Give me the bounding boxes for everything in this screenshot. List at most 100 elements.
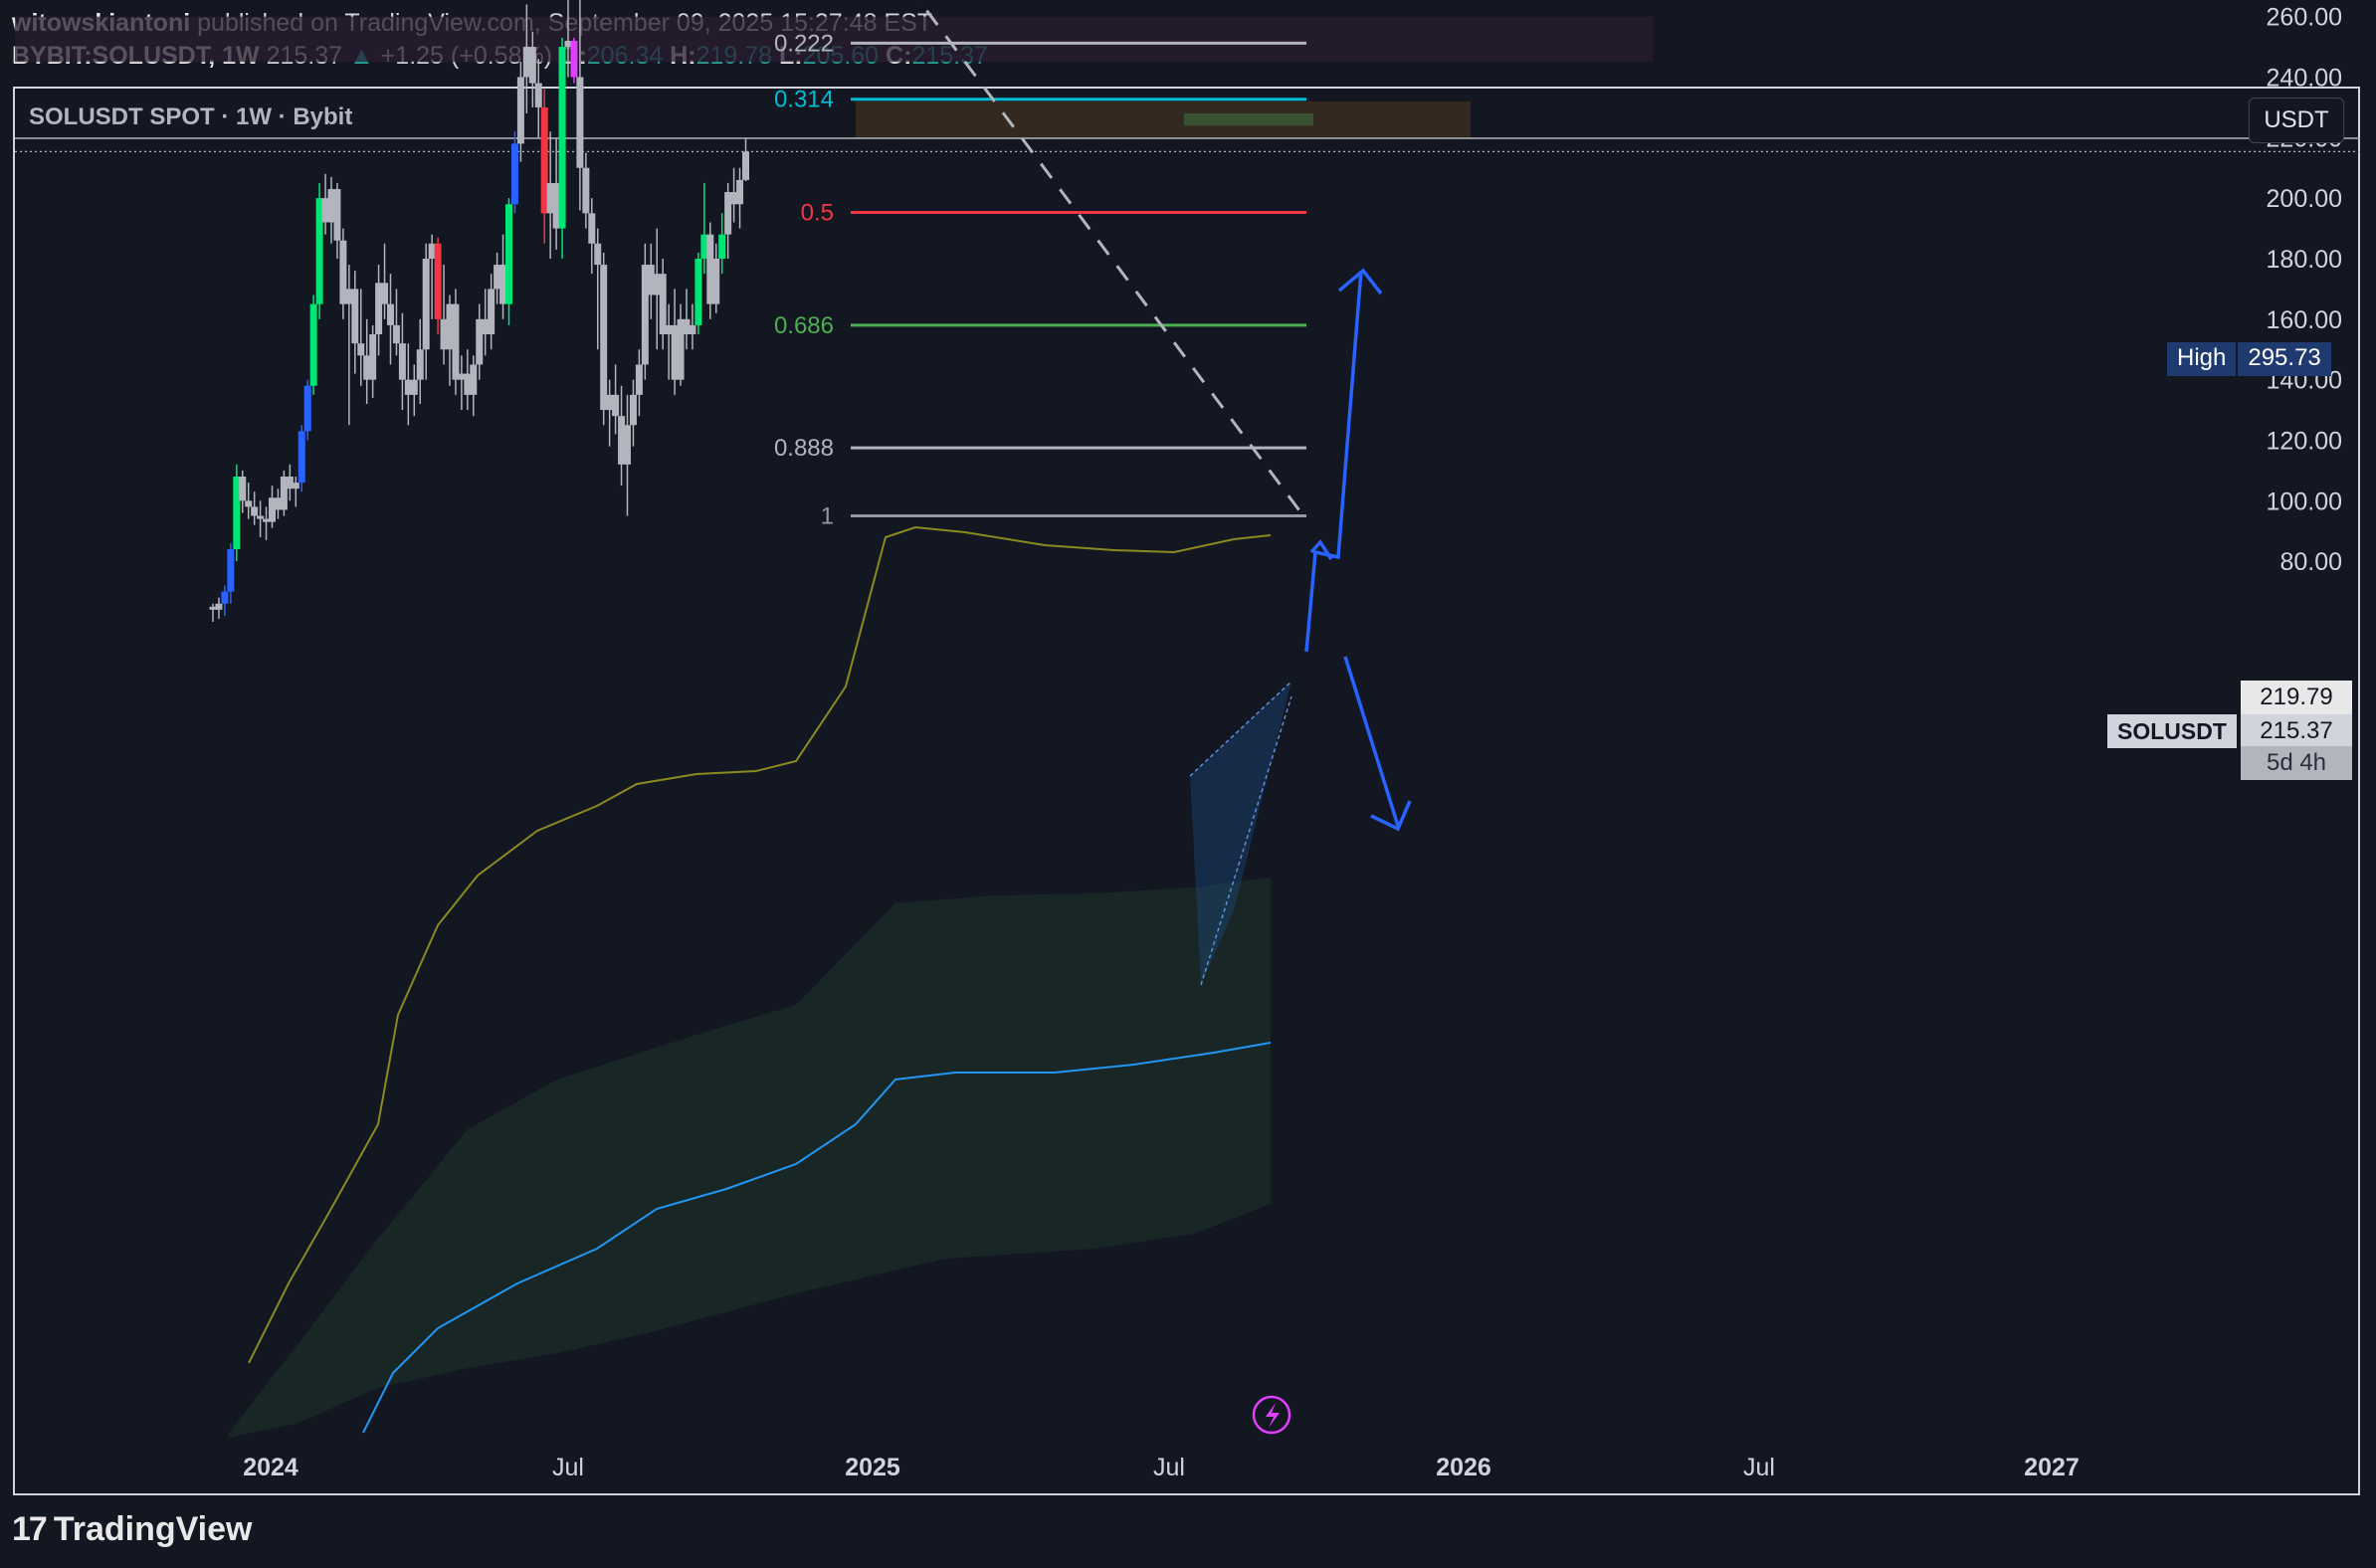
candle-body <box>510 143 518 205</box>
currency-button[interactable]: USDT <box>2249 98 2344 143</box>
candle-body <box>582 167 590 214</box>
candle-body <box>398 343 406 380</box>
candle-body <box>505 204 512 304</box>
candle-body <box>694 258 702 325</box>
candle <box>227 542 235 604</box>
candle-body <box>227 548 235 592</box>
session-high-badge: 219.79 <box>2241 681 2352 714</box>
candle-body <box>257 515 265 519</box>
candle-body <box>452 303 460 380</box>
x-axis-tick-label: Jul <box>1153 1454 1185 1481</box>
candle <box>251 491 259 525</box>
candle-body <box>588 213 596 244</box>
candle-body <box>612 394 620 417</box>
candle-body <box>488 289 495 335</box>
candle-body <box>416 349 424 380</box>
current-price-badge: 215.37 <box>2241 714 2352 748</box>
x-axis-tick-label: Jul <box>1743 1454 1775 1481</box>
candle-body <box>629 394 637 426</box>
candle <box>570 37 578 84</box>
candle-body <box>245 500 253 507</box>
price-chart[interactable]: 00.10.2220.3140.50.6860.888180.00100.001… <box>0 0 2376 1568</box>
candle-body <box>570 40 578 78</box>
bullish-path-arrow <box>1304 270 1363 653</box>
y-axis-tick-label: 120.00 <box>2267 427 2342 455</box>
candle <box>742 137 749 182</box>
candle-body <box>528 47 536 84</box>
candle-body <box>558 47 566 229</box>
bearish-path-arrow <box>1343 656 1400 827</box>
candle-body <box>410 379 418 395</box>
candle <box>641 243 649 380</box>
candle-body <box>215 603 223 610</box>
fib-level-label: 0.222 <box>774 30 834 57</box>
symbol-badge: SOLUSDT <box>2107 714 2237 748</box>
ribbon-cloud <box>229 878 1271 1438</box>
candle-body <box>718 234 726 259</box>
x-axis-tick-label: Jul <box>552 1454 584 1481</box>
fib-level-label: 1 <box>821 503 834 530</box>
y-axis-tick-label: 180.00 <box>2267 246 2342 274</box>
x-axis-tick-label: 2027 <box>2024 1454 2079 1481</box>
fib-level-label: 0.5 <box>801 199 834 226</box>
candle <box>505 198 512 325</box>
candle-body <box>742 151 749 180</box>
candle-body <box>594 243 602 266</box>
candle-body <box>351 289 359 344</box>
fib-level-label: 0.314 <box>774 87 834 113</box>
dashed-trendline <box>916 0 1305 517</box>
candle-body <box>434 243 442 319</box>
candle-body <box>736 179 744 205</box>
candle <box>297 425 305 492</box>
candle-body <box>534 83 542 107</box>
candle <box>540 89 548 244</box>
fib-level-label: 0.888 <box>774 435 834 462</box>
y-axis-tick-label: 80.00 <box>2279 548 2342 576</box>
candle <box>510 131 518 214</box>
y-axis-tick-label: 260.00 <box>2267 4 2342 32</box>
candle <box>369 324 377 398</box>
target-zone <box>1184 112 1313 126</box>
y-axis-tick-label: 160.00 <box>2267 306 2342 334</box>
candle-body <box>635 364 643 395</box>
candle-body <box>251 506 259 516</box>
candle-body <box>387 303 394 325</box>
candle-body <box>576 77 584 168</box>
candle-body <box>357 343 365 356</box>
y-axis-tick-label: 240.00 <box>2267 64 2342 92</box>
tradingview-logo[interactable]: 17 TradingView <box>12 1510 252 1549</box>
lightning-icon-bolt <box>1266 1403 1280 1428</box>
candle <box>694 252 702 335</box>
resistance-zone <box>15 16 1653 63</box>
candle <box>558 37 566 259</box>
supply-zone <box>856 100 1471 138</box>
candle-body <box>600 265 608 411</box>
x-axis-tick-label: 2026 <box>1436 1454 1491 1481</box>
fib-level-label: 0.686 <box>774 312 834 339</box>
candle-body <box>422 258 430 350</box>
candle-body <box>239 476 247 501</box>
candle-body <box>381 283 389 304</box>
candle-body <box>470 364 478 395</box>
y-axis-tick-label: 200.00 <box>2267 185 2342 213</box>
candle <box>351 271 359 374</box>
tradingview-logo-icon: 17 <box>12 1510 48 1548</box>
candle-body <box>712 258 720 304</box>
candle <box>659 258 667 350</box>
x-axis-tick-label: 2024 <box>243 1454 298 1481</box>
candle-body <box>516 77 524 144</box>
candle-body <box>292 483 299 490</box>
candle <box>221 585 229 616</box>
high-badge-value: 295.73 <box>2238 342 2331 376</box>
high-badge-label: High <box>2167 342 2237 376</box>
candle <box>677 303 685 386</box>
chart-title: SOLUSDT SPOT · 1W · Bybit <box>29 103 353 130</box>
candle <box>309 294 317 395</box>
candle <box>339 228 347 319</box>
candle-body <box>333 189 341 241</box>
candle-body <box>392 324 400 344</box>
candle-body <box>297 431 305 484</box>
candle-body <box>309 303 317 386</box>
candle-body <box>369 334 377 380</box>
candle-body <box>624 425 631 465</box>
